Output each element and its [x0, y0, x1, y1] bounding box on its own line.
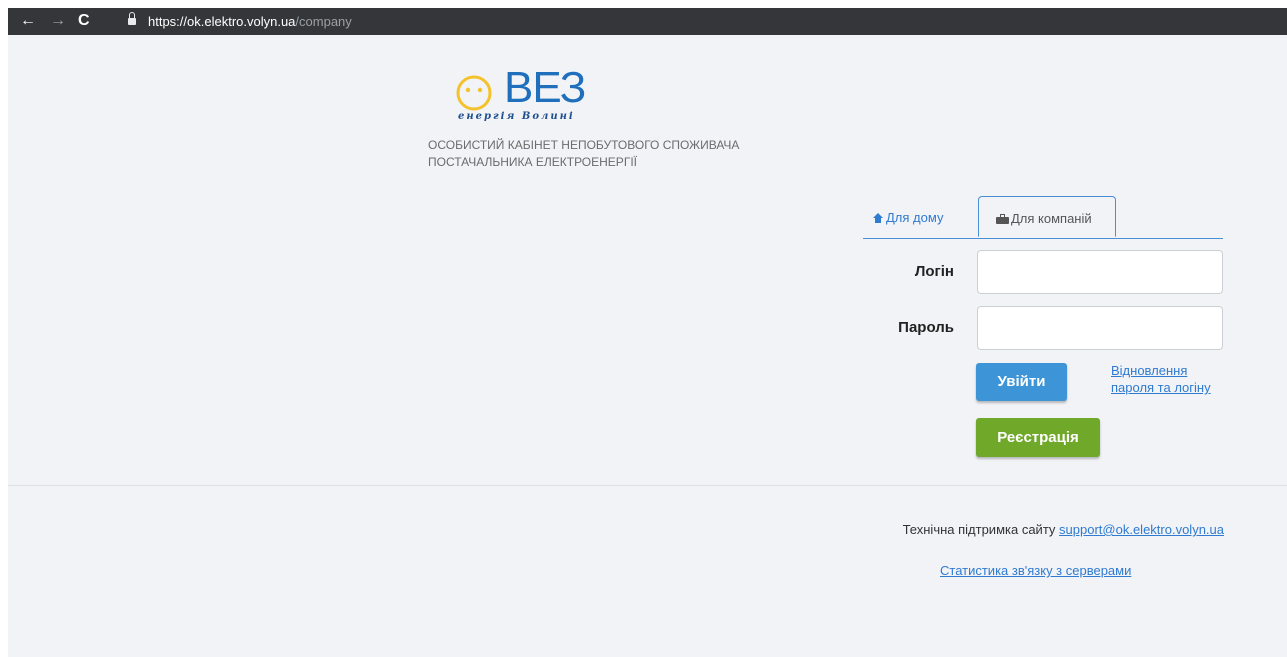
cabinet-title-line1: ОСОБИСТИЙ КАБІНЕТ НЕПОБУТОВОГО СПОЖИВАЧА	[428, 138, 740, 152]
reload-icon[interactable]: C	[78, 12, 90, 30]
lock-icon[interactable]	[128, 12, 136, 26]
login-button[interactable]: Увійти	[976, 363, 1067, 401]
password-label: Пароль	[898, 319, 954, 336]
home-icon	[873, 213, 883, 223]
support-info: Технічна підтримка сайту support@ok.elek…	[608, 522, 1224, 537]
logo-text: ВЕЗ	[504, 63, 586, 112]
address-bar[interactable]: https://ok.elektro.volyn.ua/company	[148, 14, 352, 29]
smiley-logo-icon	[456, 75, 492, 111]
logo-subtitle: енергія Волині	[458, 111, 575, 122]
company-logo[interactable]: ВЕЗ енергія Волині	[454, 63, 624, 129]
footer-divider	[8, 485, 1287, 486]
support-text: Технічна підтримка сайту	[902, 522, 1056, 537]
restore-link-line2: пароля та логіну	[1111, 380, 1211, 395]
server-stats-link[interactable]: Статистика зв'язку з серверами	[940, 563, 1131, 578]
tab-home[interactable]: Для дому	[873, 210, 943, 225]
login-input[interactable]	[977, 250, 1223, 294]
tab-company[interactable]: Для компаній	[978, 196, 1116, 237]
forward-arrow-icon[interactable]: →	[50, 12, 66, 30]
tab-company-label: Для компаній	[1011, 211, 1092, 226]
login-label: Логін	[914, 263, 954, 280]
restore-credentials-link[interactable]: Відновлення пароля та логіну	[1111, 362, 1231, 396]
url-host: https://ok.elektro.volyn.ua	[148, 14, 296, 29]
browser-toolbar: ← → C https://ok.elektro.volyn.ua/compan…	[8, 8, 1287, 35]
support-email-link[interactable]: support@ok.elektro.volyn.ua	[1059, 522, 1224, 537]
cabinet-title: ОСОБИСТИЙ КАБІНЕТ НЕПОБУТОВОГО СПОЖИВАЧА…	[428, 137, 808, 171]
url-path: /company	[295, 14, 352, 29]
password-input[interactable]	[977, 306, 1223, 350]
cabinet-title-line2: ПОСТАЧАЛЬНИКА ЕЛЕКТРОЕНЕРГІЇ	[428, 155, 637, 169]
back-arrow-icon[interactable]: ←	[20, 12, 36, 30]
register-button[interactable]: Реєстрація	[976, 418, 1100, 457]
tab-home-label: Для дому	[886, 210, 944, 225]
briefcase-icon	[996, 214, 1009, 224]
restore-link-line1: Відновлення	[1111, 363, 1188, 378]
page-content: ВЕЗ енергія Волині ОСОБИСТИЙ КАБІНЕТ НЕП…	[8, 35, 1287, 657]
account-type-tabs: Для дому Для компаній	[863, 196, 1223, 239]
